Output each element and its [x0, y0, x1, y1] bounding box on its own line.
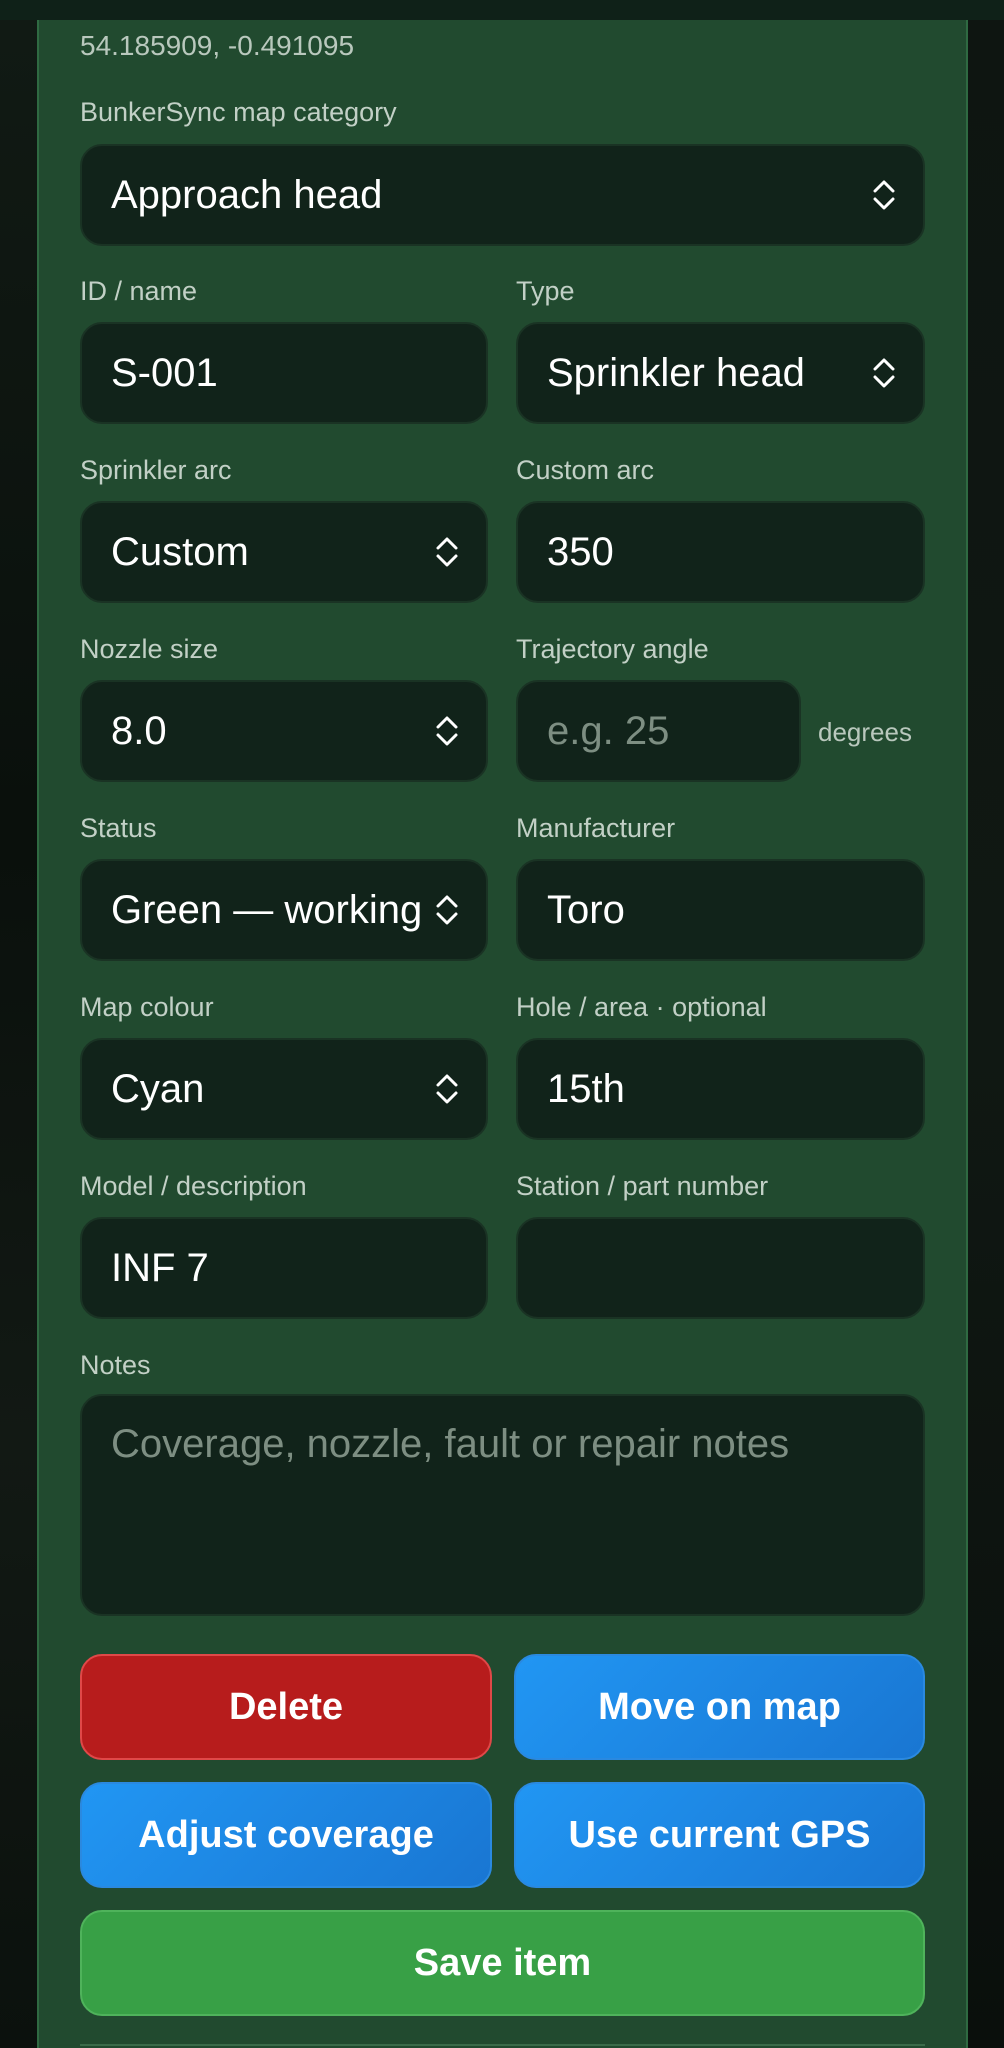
- custom-arc-label: Custom arc: [516, 455, 655, 485]
- chevron-updown-icon: [873, 180, 895, 210]
- status-select[interactable]: Green — working: [80, 859, 488, 961]
- manufacturer-field[interactable]: [516, 859, 925, 961]
- chevron-updown-icon: [436, 716, 458, 746]
- hole-area-input[interactable]: [547, 1066, 923, 1112]
- station-label: Station / part number: [516, 1171, 769, 1201]
- category-select[interactable]: Approach head: [80, 144, 925, 246]
- model-input[interactable]: [111, 1245, 486, 1291]
- map-colour-label: Map colour: [80, 992, 214, 1022]
- nozzle-size-value: 8.0: [111, 708, 167, 753]
- trajectory-angle-field[interactable]: [516, 680, 801, 782]
- custom-arc-input[interactable]: [547, 529, 923, 575]
- use-current-gps-button[interactable]: Use current GPS: [514, 1782, 925, 1888]
- notes-textarea[interactable]: [111, 1422, 894, 1588]
- chevron-updown-icon: [436, 537, 458, 567]
- hole-area-label: Hole / area · optional: [516, 992, 767, 1022]
- model-field[interactable]: [80, 1217, 488, 1319]
- manufacturer-input[interactable]: [547, 887, 923, 933]
- type-select[interactable]: Sprinkler head: [516, 322, 925, 424]
- hole-area-field[interactable]: [516, 1038, 925, 1140]
- id-name-label: ID / name: [80, 276, 198, 306]
- type-label: Type: [516, 276, 575, 306]
- id-name-input[interactable]: [111, 350, 486, 396]
- adjust-coverage-button[interactable]: Adjust coverage: [80, 1782, 492, 1888]
- top-bar: [0, 0, 1004, 20]
- station-field[interactable]: [516, 1217, 925, 1319]
- sprinkler-arc-value: Custom: [111, 529, 249, 574]
- sprinkler-arc-select[interactable]: Custom: [80, 501, 488, 603]
- custom-arc-field[interactable]: [516, 501, 925, 603]
- coordinates-readout: 54.185909, -0.491095: [80, 30, 355, 61]
- map-backdrop-left: [0, 20, 37, 2048]
- station-input[interactable]: [547, 1245, 923, 1291]
- trajectory-angle-input[interactable]: [547, 708, 799, 754]
- type-value: Sprinkler head: [547, 350, 805, 395]
- map-backdrop-right: [968, 20, 1004, 2048]
- status-label: Status: [80, 813, 157, 843]
- chevron-updown-icon: [873, 358, 895, 388]
- trajectory-angle-label: Trajectory angle: [516, 634, 709, 664]
- chevron-updown-icon: [436, 895, 458, 925]
- notes-label: Notes: [80, 1350, 151, 1380]
- nozzle-size-label: Nozzle size: [80, 634, 219, 664]
- divider: [80, 2044, 925, 2046]
- chevron-updown-icon: [436, 1074, 458, 1104]
- delete-button[interactable]: Delete: [80, 1654, 492, 1760]
- nozzle-size-select[interactable]: 8.0: [80, 680, 488, 782]
- map-colour-value: Cyan: [111, 1066, 205, 1111]
- manufacturer-label: Manufacturer: [516, 813, 676, 843]
- save-item-button[interactable]: Save item: [80, 1910, 925, 2016]
- trajectory-unit-label: degrees: [818, 717, 912, 747]
- id-name-field[interactable]: [80, 322, 488, 424]
- category-value: Approach head: [111, 172, 383, 217]
- model-label: Model / description: [80, 1171, 307, 1201]
- status-value: Green — working: [111, 887, 423, 932]
- notes-field[interactable]: [80, 1394, 925, 1616]
- move-on-map-button[interactable]: Move on map: [514, 1654, 925, 1760]
- category-label: BunkerSync map category: [80, 97, 397, 127]
- sprinkler-arc-label: Sprinkler arc: [80, 455, 232, 485]
- map-colour-select[interactable]: Cyan: [80, 1038, 488, 1140]
